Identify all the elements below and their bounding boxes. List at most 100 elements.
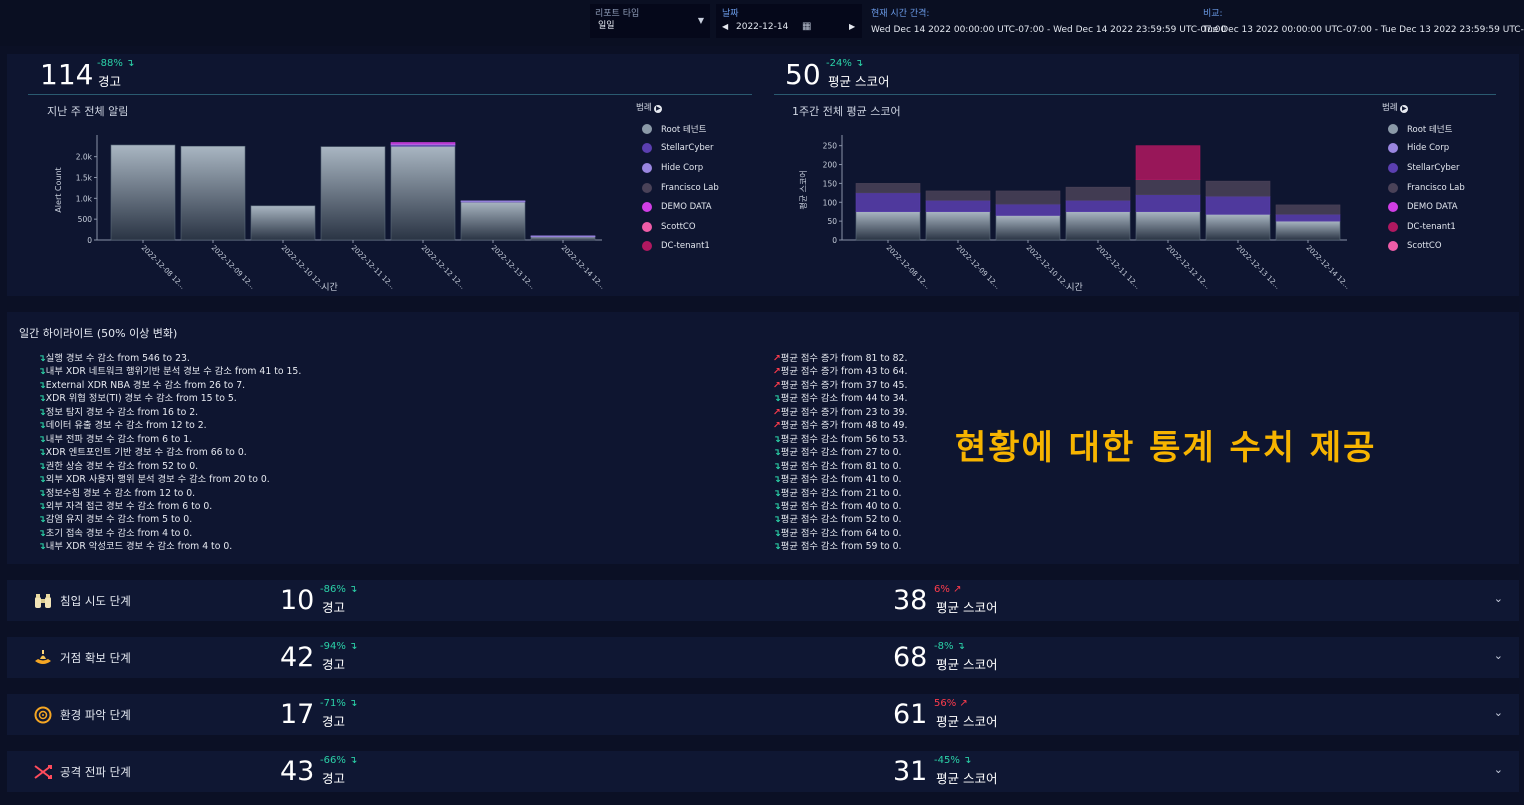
bar-segment (855, 192, 921, 212)
phase-row[interactable]: 환경 파악 단계 17 -71% ↴ 경고 61 56% ↗ 평균 스코어 ⌄ (7, 694, 1519, 735)
trend-up-icon: ↗ (959, 698, 968, 709)
legend-item[interactable]: StellarCyber (1382, 158, 1465, 178)
legend-item[interactable]: ScottCO (636, 217, 719, 237)
trend-down-icon: ↴ (773, 474, 781, 486)
highlight-text: 평균 점수 감소 from 27 to 0. (780, 447, 902, 459)
dropdown-caret-icon[interactable]: ▼ (698, 16, 704, 25)
highlight-item: ↴내부 XDR 악성코드 경보 수 감소 from 4 to 0. (38, 540, 301, 553)
legend-swatch (642, 221, 652, 232)
trend-down-icon: ↴ (773, 393, 781, 405)
legend-item[interactable]: DEMO DATA (1382, 197, 1465, 217)
legend-item[interactable]: Hide Corp (1382, 139, 1465, 159)
highlight-item: ↴권한 상승 경보 수 감소 from 52 to 0. (38, 460, 301, 473)
chevron-down-icon[interactable]: ⌄ (1494, 649, 1503, 662)
phase-alert-count: 17 (280, 699, 315, 730)
legend-item[interactable]: DC-tenant1 (1382, 217, 1465, 237)
trend-down-icon: ↴ (773, 527, 781, 539)
trend-down-icon: ↴ (38, 460, 46, 472)
highlight-item: ↴실행 경보 수 감소 from 546 to 23. (38, 352, 301, 365)
y-tick-label: 100 (823, 198, 838, 207)
highlight-text: 평균 점수 증가 from 48 to 49. (780, 420, 908, 432)
legend-item[interactable]: DC-tenant1 (636, 237, 719, 257)
trend-down-icon: ↴ (956, 641, 966, 652)
highlight-text: 내부 XDR 악성코드 경보 수 감소 from 4 to 0. (45, 541, 233, 553)
next-day-icon[interactable]: ▶ (849, 22, 855, 31)
phase-name: 환경 파악 단계 (60, 708, 131, 722)
date-value[interactable]: 2022-12-14 (736, 22, 788, 32)
x-tick-label: 2022-12-10 12... (280, 244, 327, 291)
legend-title[interactable]: 범례 ▶ (1382, 101, 1465, 113)
bar-segment (1205, 180, 1271, 197)
bar-segment (925, 211, 991, 241)
down-arrow-icon: ↴ (126, 58, 135, 69)
phase-row[interactable]: 거점 확보 단계 42 -94% ↴ 경고 68 -8% ↴ 평균 스코어 ⌄ (7, 637, 1519, 678)
trend-down-icon: ↴ (773, 514, 781, 526)
chevron-down-icon[interactable]: ⌄ (1494, 763, 1503, 776)
phase-row[interactable]: 공격 전파 단계 43 -66% ↴ 경고 31 -45% ↴ 평균 스코어 ⌄ (7, 751, 1519, 792)
highlights-right-list: ↗평균 점수 증가 from 81 to 82. ↗평균 점수 증가 from 4… (773, 352, 907, 554)
highlight-item: ↴External XDR NBA 경보 수 감소 from 26 to 7. (38, 379, 301, 392)
highlight-item: ↴평균 점수 감소 from 21 to 0. (773, 487, 907, 500)
legend-item[interactable]: ScottCO (1382, 237, 1465, 257)
chevron-down-icon[interactable]: ⌄ (1494, 592, 1503, 605)
legend-item[interactable]: Francisco Lab (636, 178, 719, 198)
chevron-down-icon[interactable]: ⌄ (1494, 706, 1503, 719)
y-tick-label: 1.5k (76, 174, 93, 183)
report-type-select[interactable]: 리포트 타입 일일 ▼ (590, 4, 710, 38)
cross-arrows-icon (33, 763, 53, 781)
legend-label: ScottCO (661, 221, 696, 232)
summary-panel: 114 -88% ↴ 경고 50 -24% ↴ 평균 스코어 지난 주 전체 알… (7, 54, 1519, 296)
alerts-legend: 범례 ▶ Root 테넌트 StellarCyber Hide Corp Francis… (636, 101, 719, 256)
date-label: 날짜 (722, 9, 739, 19)
bar-segment (1205, 214, 1271, 241)
legend-item[interactable]: Root 테넌트 (636, 119, 719, 139)
legend-item[interactable]: StellarCyber (636, 139, 719, 159)
phase-score-value: 68 (893, 642, 928, 673)
expand-icon[interactable]: ▶ (654, 105, 663, 113)
legend-item[interactable]: Root 테넌트 (1382, 119, 1465, 139)
prev-day-icon[interactable]: ◀ (722, 22, 728, 31)
y-tick-label: 150 (823, 179, 838, 188)
phase-row[interactable]: 침입 시도 단계 10 -86% ↴ 경고 38 6% ↗ 평균 스코어 ⌄ (7, 580, 1519, 621)
highlight-item: ↴평균 점수 감소 from 81 to 0. (773, 460, 907, 473)
legend-label: StellarCyber (1407, 162, 1460, 173)
trend-down-icon: ↴ (773, 500, 781, 512)
y-axis-label: Alert Count (54, 167, 63, 212)
phase-score-pct: -45% ↴ (934, 755, 972, 766)
highlight-text: 평균 점수 증가 from 81 to 82. (780, 353, 908, 364)
phase-alert-pct: -94% ↴ (320, 641, 358, 652)
x-tick-label: 2022-12-12 12... (1165, 244, 1212, 291)
legend-item[interactable]: Francisco Lab (1382, 178, 1465, 198)
legend-label: DEMO DATA (1407, 202, 1458, 213)
trend-up-icon: ↗ (953, 584, 962, 595)
legend-title[interactable]: 범례 ▶ (636, 101, 719, 113)
trend-down-icon: ↴ (38, 474, 46, 486)
y-tick-label: 2.0k (76, 153, 93, 162)
legend-label: Root 테넌트 (1407, 124, 1453, 135)
legend-label: DEMO DATA (661, 202, 712, 213)
legend-item[interactable]: DEMO DATA (636, 197, 719, 217)
report-type-value: 일일 (598, 21, 615, 31)
date-picker[interactable]: 날짜 ◀ 2022-12-14 ▦ ▶ (716, 4, 862, 38)
expand-icon[interactable]: ▶ (1400, 105, 1409, 113)
avg-score-value: 50 (785, 58, 821, 91)
highlight-text: 평균 점수 감소 from 40 to 0. (780, 500, 902, 512)
legend-item[interactable]: Hide Corp (636, 158, 719, 178)
phase-alert-label: 경고 (322, 657, 346, 672)
highlight-item: ↴감염 유지 경보 수 감소 from 5 to 0. (38, 513, 301, 526)
trend-down-icon: ↴ (38, 527, 46, 539)
bar-segment (390, 145, 456, 241)
down-arrow-icon: ↴ (855, 58, 864, 69)
legend-label: StellarCyber (661, 143, 714, 154)
y-tick-label: 0 (87, 236, 92, 245)
phase-score-value: 38 (893, 585, 928, 616)
legend-label: DC-tenant1 (661, 241, 710, 252)
highlight-text: 초기 접속 경보 수 감소 from 4 to 0. (45, 527, 193, 539)
highlight-item: ↴평균 점수 감소 from 52 to 0. (773, 513, 907, 526)
trend-down-icon: ↴ (38, 514, 46, 526)
phase-score-label: 평균 스코어 (936, 714, 998, 729)
trend-down-icon: ↴ (38, 420, 46, 432)
x-tick-label: 2022-12-09 12... (210, 244, 257, 291)
calendar-icon[interactable]: ▦ (802, 21, 811, 32)
trend-down-icon: ↴ (38, 487, 46, 499)
